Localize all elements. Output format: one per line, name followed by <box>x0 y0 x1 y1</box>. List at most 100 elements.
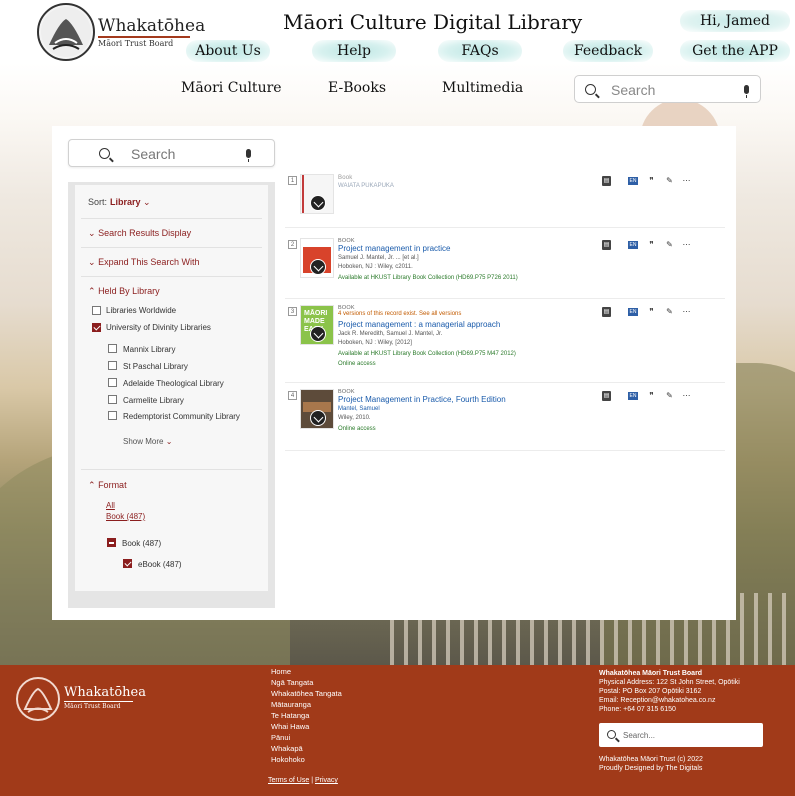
doc-icon[interactable]: ▤ <box>602 176 611 186</box>
record-online-access[interactable]: Online access <box>338 361 376 367</box>
pin-icon[interactable]: ✎ <box>665 391 674 401</box>
quote-icon[interactable]: ❞ <box>647 307 656 317</box>
record-title[interactable]: Project management : a managerial approa… <box>338 320 500 329</box>
doc-icon[interactable]: ▤ <box>602 391 611 401</box>
translate-icon[interactable]: EN <box>628 177 638 185</box>
search-icon[interactable] <box>607 730 616 739</box>
search-icon[interactable] <box>99 148 110 159</box>
footer-link-hokohoko[interactable]: Hokohoko <box>271 755 305 764</box>
nav-get-app[interactable]: Get the APP <box>680 40 790 62</box>
sub-library-label: Carmelite Library <box>123 396 184 405</box>
quote-icon[interactable]: ❞ <box>647 391 656 401</box>
book-cover[interactable] <box>300 389 334 429</box>
checkbox-university-of-divinity[interactable] <box>92 323 101 332</box>
more-icon[interactable]: ⋯ <box>682 240 691 250</box>
more-icon[interactable]: ⋯ <box>682 391 691 401</box>
doc-icon[interactable]: ▤ <box>602 307 611 317</box>
brand-logo-icon[interactable] <box>37 3 95 61</box>
quote-icon[interactable]: ❞ <box>647 240 656 250</box>
footer-legal-links: Terms of Use | Privacy <box>268 777 338 784</box>
sort-control[interactable]: Sort: Library ⌄ <box>88 197 151 208</box>
footer-logo-icon[interactable] <box>16 677 60 721</box>
record-versions[interactable]: 4 versions of this record exist. See all… <box>338 311 461 317</box>
checkbox-adelaide-theological-library[interactable] <box>108 378 117 387</box>
divider <box>285 227 725 228</box>
doc-icon[interactable]: ▤ <box>602 240 611 250</box>
section-search-results-display[interactable]: ⌄ Search Results Display <box>88 228 191 239</box>
sort-value[interactable]: Library <box>110 197 141 207</box>
footer-link-whakapa[interactable]: Whakapā <box>271 744 303 753</box>
book-cover[interactable] <box>300 174 334 214</box>
footer-link-nga-tangata[interactable]: Ngā Tangata <box>271 678 313 687</box>
download-icon[interactable] <box>310 410 326 426</box>
hero-search-input[interactable] <box>611 80 731 100</box>
checkbox-format-book[interactable] <box>107 538 116 547</box>
checkbox-st-paschal-library[interactable] <box>108 361 117 370</box>
footer-link-te-hatanga[interactable]: Te Hatanga <box>271 711 309 720</box>
nav-feedback[interactable]: Feedback <box>563 40 653 62</box>
checkbox-format-ebook[interactable] <box>123 559 132 568</box>
record-online-access[interactable]: Online access <box>338 426 376 432</box>
download-icon[interactable] <box>310 326 326 342</box>
quote-icon[interactable]: ❞ <box>647 176 656 186</box>
footer-link-matauranga[interactable]: Mātauranga <box>271 700 311 709</box>
download-icon[interactable] <box>310 195 326 211</box>
download-icon[interactable] <box>310 259 326 275</box>
terms-of-use-link[interactable]: Terms of Use <box>268 777 309 784</box>
pin-icon[interactable]: ✎ <box>665 307 674 317</box>
record-type: Book <box>338 175 353 181</box>
footer-link-whakatohea-tangata[interactable]: Whakatōhea Tangata <box>271 689 342 698</box>
result-record: 2 BOOK Project management in practice Sa… <box>285 238 725 293</box>
privacy-link[interactable]: Privacy <box>315 777 338 784</box>
format-link-all[interactable]: All <box>106 501 115 510</box>
record-availability[interactable]: Available at HKUST Library Book Collecti… <box>338 275 518 281</box>
record-title[interactable]: Project Management in Practice, Fourth E… <box>338 395 506 404</box>
record-title-secondary[interactable]: WAIATA PUKAPUKA <box>338 183 394 189</box>
more-icon[interactable]: ⋯ <box>682 176 691 186</box>
subnav-ebooks[interactable]: E-Books <box>328 80 386 96</box>
section-held-by-library[interactable]: ⌃ Held By Library <box>88 286 160 297</box>
section-expand-search[interactable]: ⌄ Expand This Search With <box>88 257 199 268</box>
nav-help[interactable]: Help <box>312 40 396 62</box>
record-author[interactable]: Mantel, Samuel <box>338 406 380 412</box>
footer-postal: Postal: PO Box 207 Opōtiki 3162 <box>599 688 702 695</box>
subnav-maori-culture[interactable]: Māori Culture <box>181 80 282 96</box>
translate-icon[interactable]: EN <box>628 308 638 316</box>
record-number: 1 <box>288 176 297 185</box>
footer-link-home[interactable]: Home <box>271 667 291 676</box>
microphone-icon[interactable] <box>246 149 251 162</box>
checkbox-libraries-worldwide[interactable] <box>92 306 101 315</box>
pin-icon[interactable]: ✎ <box>665 240 674 250</box>
record-author[interactable]: Samuel J. Mantel, Jr. ... [et al.] <box>338 255 419 261</box>
section-format[interactable]: ⌃ Format <box>88 480 127 491</box>
format-link-book[interactable]: Book (487) <box>106 512 145 521</box>
record-title[interactable]: Project management in practice <box>338 244 451 253</box>
footer-link-panui[interactable]: Pānui <box>271 733 290 742</box>
more-icon[interactable]: ⋯ <box>682 307 691 317</box>
record-author[interactable]: Jack R. Meredith, Samuel J. Mantel, Jr. <box>338 331 442 337</box>
book-cover[interactable]: MĀORIMADEEASY <box>300 305 334 345</box>
chevron-down-icon: ⌄ <box>165 437 173 446</box>
pin-icon[interactable]: ✎ <box>665 176 674 186</box>
nav-about-us[interactable]: About Us <box>186 40 270 62</box>
show-more-button[interactable]: Show More ⌄ <box>123 437 172 446</box>
translate-icon[interactable]: EN <box>628 392 638 400</box>
footer-link-whai-hawa[interactable]: Whai Hawa <box>271 722 309 731</box>
section-label: Held By Library <box>98 286 160 296</box>
search-icon[interactable] <box>585 84 596 95</box>
sidebar-search-input[interactable] <box>131 144 241 164</box>
sort-label: Sort: <box>88 197 108 207</box>
checkbox-redemptorist-library[interactable] <box>108 411 117 420</box>
nav-faqs[interactable]: FAQs <box>438 40 522 62</box>
checkbox-carmelite-library[interactable] <box>108 395 117 404</box>
microphone-icon[interactable] <box>744 85 749 98</box>
translate-icon[interactable]: EN <box>628 241 638 249</box>
record-availability[interactable]: Available at HKUST Library Book Collecti… <box>338 351 516 357</box>
footer-email[interactable]: Email: Reception@whakatohea.co.nz <box>599 697 715 704</box>
site-title: Māori Culture Digital Library <box>283 10 583 34</box>
book-cover[interactable] <box>300 238 334 278</box>
checkbox-mannix-library[interactable] <box>108 344 117 353</box>
footer-search-input[interactable] <box>623 727 753 743</box>
subnav-multimedia[interactable]: Multimedia <box>442 80 523 96</box>
user-greeting[interactable]: Hi, Jamed <box>680 10 790 32</box>
